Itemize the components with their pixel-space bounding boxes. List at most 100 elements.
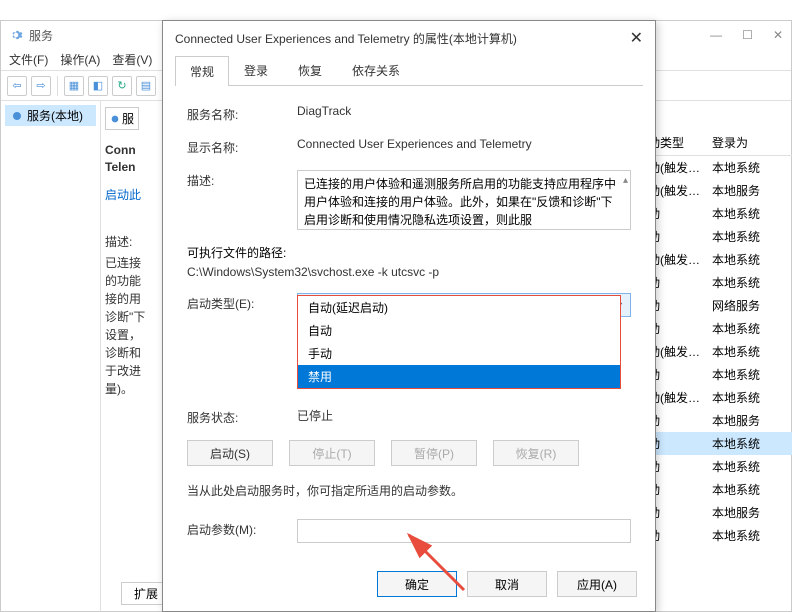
separator — [57, 76, 58, 96]
tab-logon[interactable]: 登录 — [229, 55, 283, 85]
table-row[interactable]: 动本地系统 — [642, 225, 792, 248]
table-row[interactable]: 动本地服务 — [642, 409, 792, 432]
stop-button[interactable]: 停止(T) — [289, 440, 375, 466]
cell-logon: 本地系统 — [712, 389, 792, 406]
desc-line: 诊断和 — [105, 344, 166, 362]
value-display-name: Connected User Experiences and Telemetry — [297, 137, 631, 151]
refresh-inline-button[interactable]: 服 — [105, 107, 139, 130]
services-list-columns: 动类型 登录为 动(触发…本地系统动(触发…本地服务动本地系统动本地系统动(触发… — [642, 130, 792, 547]
refresh-button[interactable]: ↻ — [112, 76, 132, 96]
dialog-footer: 确定 取消 应用(A) — [377, 571, 637, 597]
back-button[interactable]: ⇦ — [7, 76, 27, 96]
row-service-name: 服务名称: DiagTrack — [187, 104, 631, 123]
row-hint: 当从此处启动服务时，你可指定所适用的启动参数。 — [187, 482, 631, 499]
resume-button[interactable]: 恢复(R) — [493, 440, 579, 466]
tree-item-services-local[interactable]: 服务(本地) — [5, 105, 96, 126]
table-row[interactable]: 动本地系统 — [642, 363, 792, 386]
table-row[interactable]: 动(触发…本地系统 — [642, 340, 792, 363]
minimize-button[interactable]: — — [710, 28, 722, 42]
label-display-name: 显示名称: — [187, 137, 297, 156]
cell-logon: 本地系统 — [712, 481, 792, 498]
cancel-button[interactable]: 取消 — [467, 571, 547, 597]
cell-logon: 本地系统 — [712, 343, 792, 360]
left-tree-panel: 服务(本地) — [1, 101, 101, 611]
hint-text: 当从此处启动服务时，你可指定所适用的启动参数。 — [187, 482, 631, 499]
table-row[interactable]: 动本地系统 — [642, 202, 792, 225]
tree-item-label: 服务(本地) — [27, 107, 83, 124]
gear-icon — [9, 28, 23, 42]
menu-action[interactable]: 操作(A) — [60, 51, 100, 68]
maximize-button[interactable]: ☐ — [742, 28, 753, 42]
table-row[interactable]: 动(触发…本地系统 — [642, 248, 792, 271]
cell-logon: 本地系统 — [712, 458, 792, 475]
cell-logon: 本地系统 — [712, 205, 792, 222]
table-row[interactable]: 动本地系统 — [642, 524, 792, 547]
label-exe-path: 可执行文件的路径: — [187, 244, 631, 261]
cell-logon: 本地系统 — [712, 320, 792, 337]
toolbar-btn-1[interactable]: ▦ — [64, 76, 84, 96]
row-description: 描述: 已连接的用户体验和遥测服务所启用的功能支持应用程序中用户体验和连接的用户… — [187, 170, 631, 230]
menu-view[interactable]: 查看(V) — [112, 51, 152, 68]
table-row[interactable]: 动本地系统 — [642, 478, 792, 501]
pause-button[interactable]: 暂停(P) — [391, 440, 477, 466]
table-row[interactable]: 动本地服务 — [642, 501, 792, 524]
row-service-status: 服务状态: 已停止 — [187, 407, 631, 426]
table-row[interactable]: 动(触发…本地服务 — [642, 179, 792, 202]
table-row[interactable]: 动网络服务 — [642, 294, 792, 317]
row-display-name: 显示名称: Connected User Experiences and Tel… — [187, 137, 631, 156]
col-logon-as[interactable]: 登录为 — [712, 134, 792, 151]
label-service-status: 服务状态: — [187, 407, 297, 426]
window-controls: — ☐ ✕ — [710, 28, 783, 42]
description-textbox[interactable]: 已连接的用户体验和遥测服务所启用的功能支持应用程序中用户体验和连接的用户体验。此… — [297, 170, 631, 230]
description-text: 已连接的用户体验和遥测服务所启用的功能支持应用程序中用户体验和连接的用户体验。此… — [304, 177, 616, 227]
cell-logon: 本地服务 — [712, 182, 792, 199]
cell-logon: 本地服务 — [712, 412, 792, 429]
table-row[interactable]: 动(触发…本地系统 — [642, 156, 792, 179]
cell-logon: 本地系统 — [712, 228, 792, 245]
menu-file[interactable]: 文件(F) — [9, 51, 48, 68]
cell-logon: 本地系统 — [712, 366, 792, 383]
cell-logon: 本地系统 — [712, 274, 792, 291]
main-window-title: 服务 — [29, 27, 53, 44]
desc-line: 设置， — [105, 326, 166, 344]
cell-logon: 本地系统 — [712, 435, 792, 452]
desc-text-clipped: 已连接 的功能 接的用 诊断"下 设置， 诊断和 于改进 量)。 — [105, 254, 166, 398]
table-row[interactable]: 动(触发…本地系统 — [642, 386, 792, 409]
start-params-input[interactable] — [297, 519, 631, 543]
dropdown-item-manual[interactable]: 手动 — [298, 342, 620, 365]
dropdown-item-disabled[interactable]: 禁用 — [298, 365, 620, 388]
desc-label: 描述: — [105, 233, 166, 250]
cell-logon: 本地系统 — [712, 159, 792, 176]
close-button[interactable]: ✕ — [773, 28, 783, 42]
apply-button[interactable]: 应用(A) — [557, 571, 637, 597]
ok-button[interactable]: 确定 — [377, 571, 457, 597]
table-row[interactable]: 动本地系统 — [642, 432, 792, 455]
toolbar-btn-3[interactable]: ▤ — [136, 76, 156, 96]
svc-line: Telen — [105, 159, 166, 176]
close-icon[interactable]: ✕ — [630, 28, 643, 48]
start-button[interactable]: 启动(S) — [187, 440, 273, 466]
tab-recovery[interactable]: 恢复 — [283, 55, 337, 85]
refresh-label: 服 — [122, 110, 134, 127]
svc-line: Conn — [105, 142, 166, 159]
row-start-params: 启动参数(M): — [187, 519, 631, 543]
center-detail-panel: 服 Conn Telen 启动此 描述: 已连接 的功能 接的用 诊断"下 设置… — [101, 101, 171, 611]
tab-general[interactable]: 常规 — [175, 56, 229, 86]
scroll-up-icon[interactable]: ▴ — [623, 173, 628, 188]
table-row[interactable]: 动本地系统 — [642, 271, 792, 294]
forward-button[interactable]: ⇨ — [31, 76, 51, 96]
start-service-link[interactable]: 启动此 — [105, 186, 166, 203]
toolbar-btn-2[interactable]: ◧ — [88, 76, 108, 96]
desc-line: 量)。 — [105, 380, 166, 398]
desc-line: 于改进 — [105, 362, 166, 380]
dropdown-item-auto-delayed[interactable]: 自动(延迟启动) — [298, 296, 620, 319]
cell-logon: 本地服务 — [712, 504, 792, 521]
table-row[interactable]: 动本地系统 — [642, 317, 792, 340]
desc-line: 接的用 — [105, 290, 166, 308]
cell-logon: 本地系统 — [712, 251, 792, 268]
value-exe-path: C:\Windows\System32\svchost.exe -k utcsv… — [187, 265, 631, 279]
dialog-tabs: 常规 登录 恢复 依存关系 — [175, 55, 643, 86]
dropdown-item-auto[interactable]: 自动 — [298, 319, 620, 342]
tab-dependencies[interactable]: 依存关系 — [337, 55, 415, 85]
table-row[interactable]: 动本地系统 — [642, 455, 792, 478]
